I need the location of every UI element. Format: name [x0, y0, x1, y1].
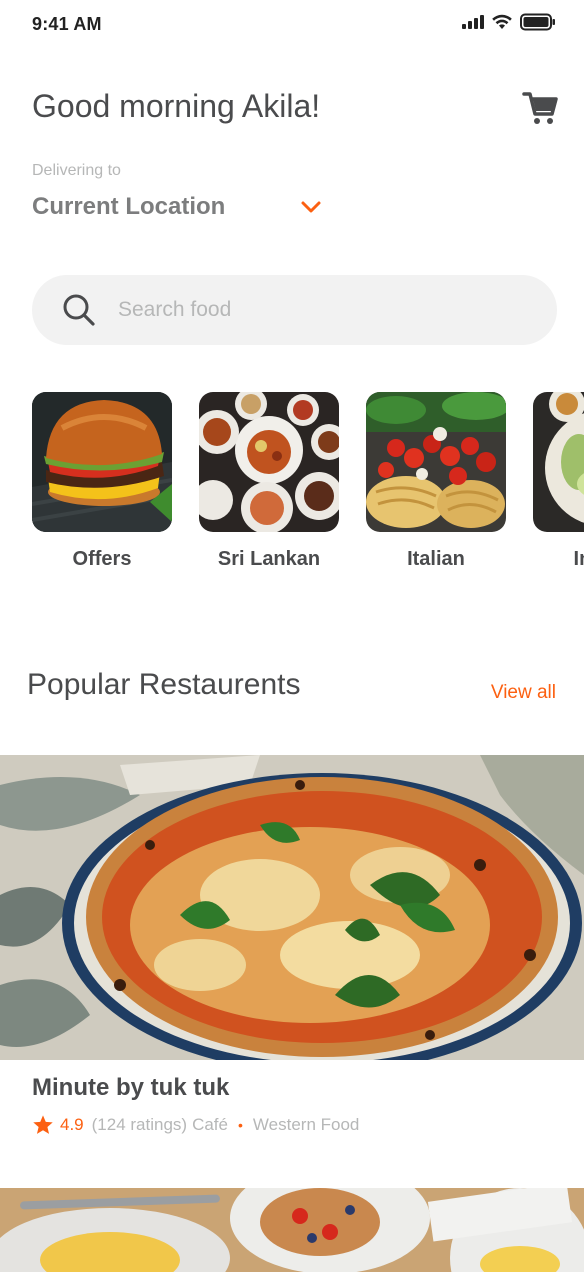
category-offers-image — [32, 392, 172, 532]
category-italian-image — [366, 392, 506, 532]
category-sri-lankan[interactable]: Sri Lankan — [199, 392, 339, 571]
restaurant-name[interactable]: Minute by tuk tuk — [32, 1074, 229, 1102]
category-indian-image — [533, 392, 584, 532]
category-label: Indian — [573, 548, 584, 570]
battery-icon — [520, 13, 555, 31]
status-time: 9:41 AM — [32, 14, 102, 34]
cellular-signal-icon — [462, 15, 484, 29]
category-indian[interactable]: Indian — [533, 392, 584, 571]
cart-icon[interactable] — [522, 90, 558, 126]
status-bar: 9:41 AM — [0, 0, 584, 48]
delivering-to-label: Delivering to — [32, 162, 121, 179]
restaurant-cuisine: Western Food — [252, 1115, 360, 1134]
search-icon — [63, 294, 95, 326]
category-list: Offers Sri Lankan Italian I — [32, 392, 584, 582]
category-offers[interactable]: Offers — [32, 392, 172, 571]
star-icon — [33, 1115, 53, 1134]
restaurant-image[interactable] — [0, 755, 584, 1060]
view-all-link[interactable]: View all — [491, 682, 556, 704]
restaurant-type: Café — [192, 1115, 228, 1134]
wifi-icon — [492, 14, 512, 29]
greeting-title: Good morning Akila! — [32, 88, 321, 124]
category-italian[interactable]: Italian — [366, 392, 506, 571]
status-icons — [462, 13, 556, 31]
restaurant-image-next[interactable] — [0, 1188, 584, 1272]
chevron-down-icon — [301, 201, 321, 213]
restaurant-ratings-count: (124 ratings) — [91, 1115, 188, 1134]
separator-dot: • — [238, 1117, 243, 1133]
current-location-text: Current Location — [32, 193, 226, 220]
search-input[interactable]: Search food — [32, 275, 557, 345]
location-selector[interactable]: Current Location — [32, 190, 322, 224]
category-label: Sri Lankan — [217, 548, 321, 570]
restaurant-rating: 4.9 — [60, 1115, 84, 1134]
category-sri-lankan-image — [199, 392, 339, 532]
category-label: Offers — [72, 548, 132, 570]
popular-restaurants-title: Popular Restaurents — [27, 668, 301, 701]
category-label: Italian — [407, 548, 465, 570]
restaurant-meta: 4.9 (124 ratings) Café • Western Food — [32, 1114, 359, 1136]
search-placeholder: Search food — [118, 298, 232, 321]
